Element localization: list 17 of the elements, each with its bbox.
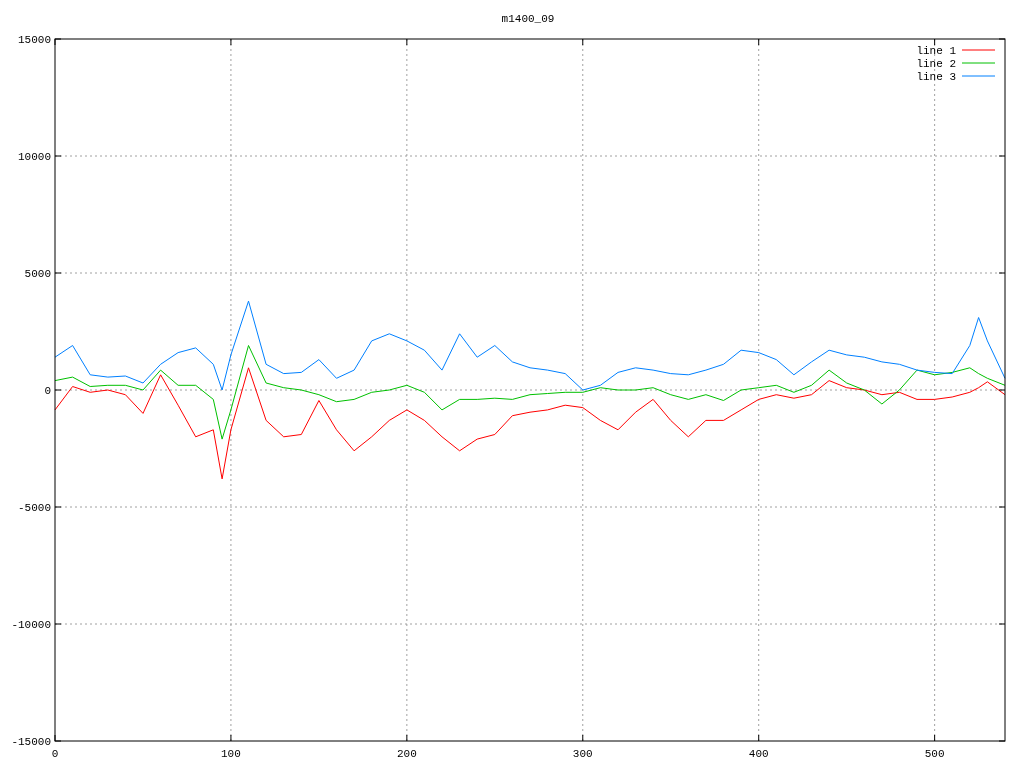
y-tick-label: -10000 [11,619,51,631]
y-tick-label: 0 [44,385,51,397]
y-tick-label: 15000 [18,34,51,46]
x-tick-label: 200 [396,748,417,760]
y-tick-label: 10000 [18,151,51,163]
x-tick-label: 400 [748,748,769,760]
x-tick-label: 100 [221,748,241,760]
legend-label: line 1 [916,45,956,57]
legend-label: line 2 [916,58,956,70]
y-tick-label: -15000 [11,736,51,748]
y-tick-label: 5000 [24,268,51,280]
x-tick-label: 0 [51,748,59,760]
chart-title: m1400_09 [501,13,555,25]
legend-label: line 3 [916,71,956,83]
x-tick-label: 500 [924,748,945,760]
y-tick-label: -5000 [18,502,51,514]
x-tick-label: 300 [572,748,593,760]
